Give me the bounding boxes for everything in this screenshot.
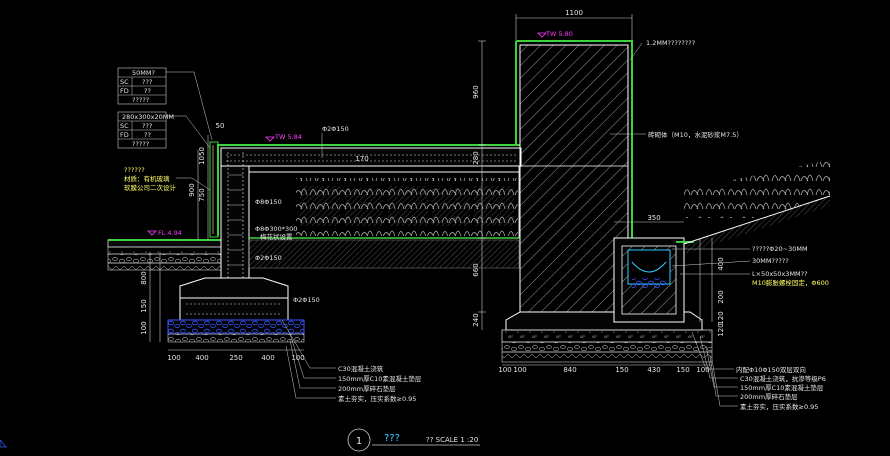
dim-150: 150 bbox=[140, 299, 148, 312]
dim-750: 750 bbox=[198, 188, 206, 201]
right-note-3: L×50x50x3MM?? bbox=[752, 270, 808, 278]
right-note-1: ?????Φ20~30MM bbox=[752, 245, 808, 253]
callout-a-r1k: SC bbox=[120, 78, 129, 86]
dim-br-2: 840 bbox=[563, 366, 576, 374]
dim-170: 170 bbox=[355, 155, 368, 163]
callout-a-r3: ????? bbox=[132, 96, 149, 104]
callout-b-r2v: ?? bbox=[144, 131, 151, 139]
rebar-label-2: Φ8Φ150 bbox=[255, 198, 282, 206]
callout-a-title: 50MM? bbox=[132, 69, 155, 77]
rebar-label-5: Φ2Φ150 bbox=[293, 296, 320, 304]
callout-b: 280x300x20MM SC ??? FD ?? ????? bbox=[117, 111, 211, 149]
dim-280: 280 bbox=[472, 151, 480, 164]
left-note-3: 软膜公司二次设计 bbox=[124, 183, 177, 192]
rebar-label-1: Φ2Φ150 bbox=[322, 125, 349, 133]
rebar-label-3b: 梅花状设置 bbox=[260, 232, 293, 241]
level-fl: FL 4.94 bbox=[158, 229, 182, 237]
dim-bl-3: 400 bbox=[261, 354, 274, 362]
callout-a-r2v: ?? bbox=[144, 87, 151, 95]
left-note-1: ?????? bbox=[124, 166, 145, 174]
bnl-2: 150mm厚C10素混凝土垫层 bbox=[338, 374, 422, 383]
dim-right-120b: 120 bbox=[717, 323, 725, 336]
rebar-label-4: Φ2Φ150 bbox=[255, 254, 282, 262]
left-ground bbox=[107, 239, 222, 271]
right-note-wall: 砖砌体（M10，水泥砂浆M7.5） bbox=[648, 130, 743, 139]
bnr-4: 素土夯实，压实系数≥0.95 bbox=[740, 402, 818, 411]
right-note-top: 1.2MM???????? bbox=[646, 39, 695, 47]
dim-960: 960 bbox=[472, 85, 480, 98]
bnr-0: 内配Φ10Φ150双层双向 bbox=[736, 365, 806, 374]
callout-b-r3: ????? bbox=[132, 140, 149, 148]
corner-triangle-icon bbox=[0, 439, 7, 448]
callout-b-r2k: FD bbox=[120, 131, 129, 139]
dim-1050: 1050 bbox=[198, 147, 206, 165]
bnl-4: 素土夯实，压实系数≥0.95 bbox=[338, 394, 416, 403]
dim-bottom-right-row: 100 100 840 150 430 150 100 bbox=[498, 366, 709, 374]
bnr-2: 150mm厚C10素混凝土垫层 bbox=[740, 383, 824, 392]
cad-drawing-canvas: 1100 50 960 280 660 240 170 1050 900 750… bbox=[0, 0, 890, 452]
left-note-2: 材质：有机玻璃 bbox=[124, 174, 170, 183]
dim-right-200: 200 bbox=[717, 290, 725, 303]
left-glass-note: ?????? 材质：有机玻璃 软膜公司二次设计 bbox=[124, 166, 211, 192]
dim-660: 660 bbox=[472, 263, 480, 276]
dim-800: 800 bbox=[140, 271, 148, 284]
dim-left-50: 50 bbox=[216, 122, 225, 130]
section-drawing: 1100 50 960 280 660 240 170 1050 900 750… bbox=[0, 9, 831, 452]
dim-100: 100 bbox=[140, 321, 148, 334]
dim-br-3: 150 bbox=[615, 366, 628, 374]
callout-a-r2k: FD bbox=[120, 87, 129, 95]
dim-br-5: 150 bbox=[676, 366, 689, 374]
dim-bl-0: 100 bbox=[167, 354, 180, 362]
bnl-3: 200mm厚碎石垫层 bbox=[338, 384, 396, 393]
dim-br-1: 100 bbox=[513, 366, 526, 374]
dim-right-400: 400 bbox=[717, 257, 725, 270]
level-tw-top: TW 5.80 bbox=[545, 30, 573, 38]
right-note-4: M10膨胀螺栓固定，Φ600 bbox=[752, 278, 829, 287]
dim-br-4: 430 bbox=[647, 366, 660, 374]
level-tw-mid: TW 5.84 bbox=[274, 133, 302, 141]
title-number: 1 bbox=[356, 436, 362, 447]
dim-br-0: 100 bbox=[498, 366, 511, 374]
dim-bl-2: 250 bbox=[229, 354, 242, 362]
dim-top-width: 1100 bbox=[565, 9, 583, 17]
right-note-2: 30MM????? bbox=[752, 257, 789, 265]
callout-b-title: 280x300x20MM bbox=[122, 113, 174, 121]
callout-b-r1k: SC bbox=[120, 122, 129, 130]
dim-bl-1: 400 bbox=[195, 354, 208, 362]
title-block: 1 ??? ?? SCALE 1 :20 bbox=[347, 428, 480, 452]
planter-fill bbox=[248, 171, 520, 269]
bnr-3: 200mm厚碎石垫层 bbox=[740, 392, 798, 401]
title-scale: ?? SCALE 1 :20 bbox=[426, 436, 478, 444]
dim-240: 240 bbox=[472, 313, 480, 326]
dim-right-120: 120 bbox=[717, 311, 725, 324]
callout-b-r1v: ??? bbox=[142, 122, 152, 130]
callout-a-r1v: ??? bbox=[142, 78, 152, 86]
title-name: ??? bbox=[384, 433, 400, 444]
dim-bottom-left-row: 100 400 250 400 100 bbox=[167, 354, 304, 362]
rebar-label-3: Φ8Φ300*300 bbox=[255, 225, 297, 233]
dim-900: 900 bbox=[188, 183, 196, 196]
dim-right-350: 350 bbox=[647, 214, 660, 222]
bnl-1: C30混凝土浇筑 bbox=[338, 364, 384, 373]
bnr-1: C30混凝土浇筑，抗渗等级P6 bbox=[740, 374, 826, 383]
